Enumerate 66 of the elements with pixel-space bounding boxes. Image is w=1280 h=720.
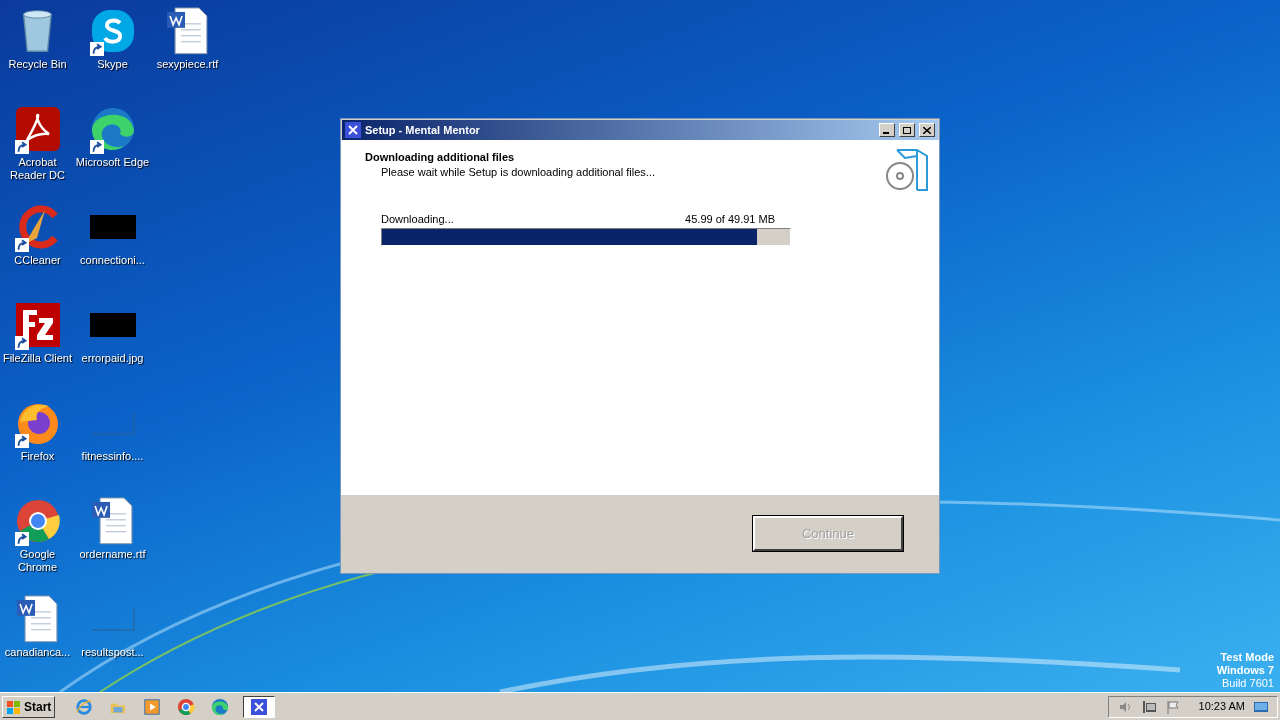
blank-file-icon [89, 607, 136, 631]
media-player-icon[interactable] [143, 697, 162, 716]
icon-label: errorpaid.jpg [80, 352, 145, 365]
taskbar-button[interactable] [243, 695, 276, 718]
setup-app-icon [251, 698, 268, 715]
chrome-logo-icon [14, 498, 61, 544]
icon-label: Skype [96, 58, 129, 71]
window-title: Setup - Mental Mentor [365, 122, 481, 138]
edge-logo-icon[interactable] [211, 697, 230, 716]
page-description: Please wait while Setup is downloading additional files... [380, 165, 655, 179]
maximize-button[interactable] [899, 123, 915, 137]
icon-label: Firefox [19, 450, 56, 463]
close-button[interactable] [919, 123, 935, 137]
maximize-icon [903, 126, 911, 134]
setup-app-icon [345, 122, 361, 138]
desktop-icon[interactable]: Acrobat Reader DC [0, 98, 75, 196]
close-icon [923, 126, 931, 134]
desktop-icon[interactable]: ordername.rtf [75, 490, 150, 588]
browser-e-icon[interactable] [75, 697, 94, 716]
flag-icon[interactable] [1164, 698, 1181, 715]
chrome-logo-icon[interactable] [177, 697, 196, 716]
windows-logo-icon [6, 698, 22, 715]
desktop-icon[interactable]: Firefox [0, 392, 75, 490]
desktop-icon[interactable]: sexypiece.rtf [150, 0, 225, 98]
icon-label: FileZilla Client [1, 352, 74, 365]
icon-label: Acrobat Reader DC [9, 156, 66, 182]
icon-label: canadianca... [3, 646, 72, 659]
download-amount: 45.99 of 49.91 MB [685, 212, 775, 226]
desktop-icon[interactable]: canadianca... [0, 588, 75, 686]
icon-label: fitnessinfo.... [80, 450, 145, 463]
edge-logo-icon [89, 106, 136, 152]
minimize-button[interactable] [879, 123, 895, 137]
start-button[interactable]: Start [2, 695, 56, 718]
word-document-icon [164, 6, 211, 56]
icon-label: connectioni... [79, 254, 146, 267]
os-build-text: Build 7601 [1222, 677, 1274, 690]
desktop-icon[interactable]: FileZilla Client [0, 294, 75, 392]
file-thumbnail-icon [89, 313, 136, 337]
desktop-icon[interactable]: Recycle Bin [0, 0, 75, 98]
status-text: Downloading... [381, 212, 454, 226]
icon-label: Microsoft Edge [75, 156, 150, 169]
page-heading: Downloading additional files [365, 150, 516, 164]
os-build-text: Test Mode [1220, 651, 1274, 664]
blank-file-icon [89, 411, 136, 435]
desktop-icon[interactable]: CCleaner [0, 196, 75, 294]
file-thumbnail-icon [89, 215, 136, 239]
document-app-icon [14, 106, 61, 152]
desktop-icon[interactable]: fitnessinfo.... [75, 392, 150, 490]
desktop-icon[interactable]: Microsoft Edge [75, 98, 150, 196]
desktop-icon[interactable]: errorpaid.jpg [75, 294, 150, 392]
desktop-icon[interactable]: connectioni... [75, 196, 150, 294]
icon-label: Recycle Bin [7, 58, 68, 71]
desktop-icon[interactable]: Skype [75, 0, 150, 98]
icon-label: CCleaner [13, 254, 62, 267]
network-icon[interactable] [1140, 698, 1157, 715]
icon-label: resultspost... [80, 646, 145, 659]
os-build-text: Windows 7 [1216, 664, 1274, 677]
clock[interactable]: 10:23 AM [1198, 698, 1245, 715]
filezilla-logo-icon [14, 302, 61, 348]
desktop-icon[interactable]: Google Chrome [0, 490, 75, 588]
desktop-icon[interactable]: resultspost... [75, 588, 150, 686]
icon-label: ordername.rtf [78, 548, 147, 561]
word-document-icon [14, 594, 61, 644]
icon-label: Google Chrome [16, 548, 59, 574]
word-document-icon [89, 496, 136, 546]
icon-label: sexypiece.rtf [155, 58, 220, 71]
